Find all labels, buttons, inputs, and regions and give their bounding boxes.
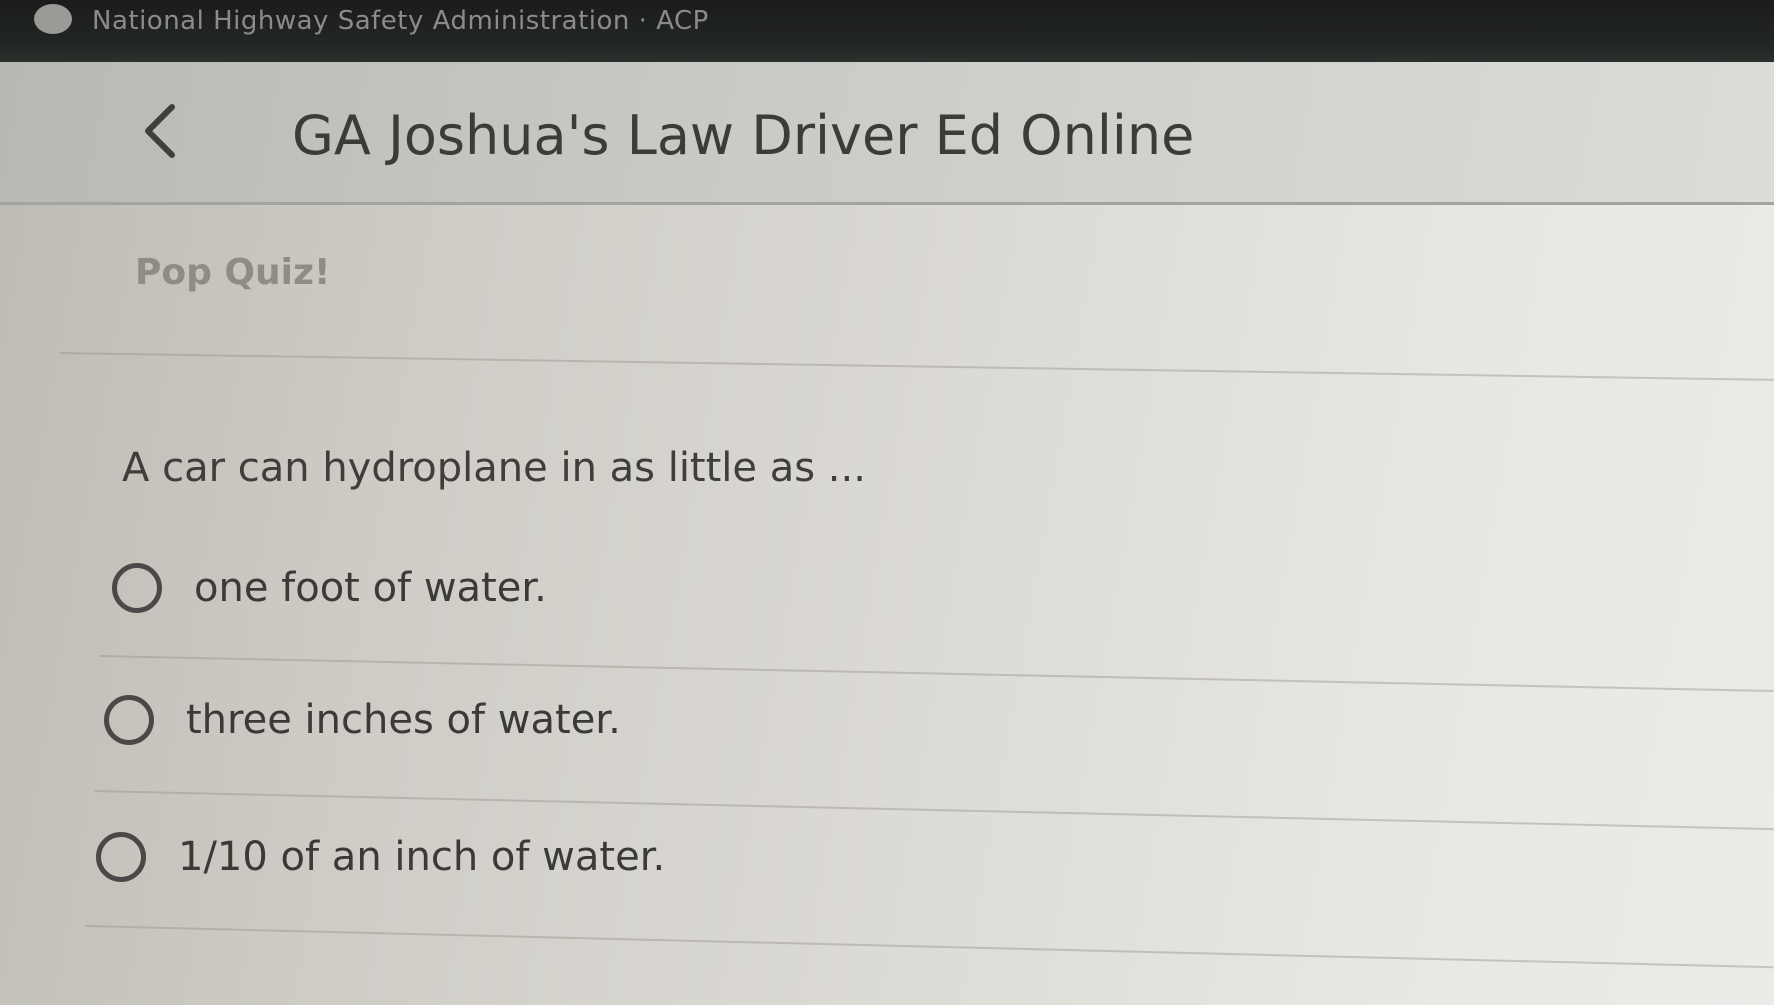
divider — [99, 655, 1774, 693]
page-title: GA Joshua's Law Driver Ed Online — [292, 104, 1195, 167]
radio-button[interactable] — [112, 563, 162, 613]
answer-option-2[interactable]: three inches of water. — [104, 695, 621, 745]
answer-option-label: three inches of water. — [186, 697, 621, 743]
back-button[interactable] — [130, 96, 190, 166]
chevron-left-icon — [140, 101, 180, 161]
answer-option-label: one foot of water. — [194, 565, 547, 611]
status-bar-text: National Highway Safety Administration ·… — [92, 6, 709, 36]
status-bar: National Highway Safety Administration ·… — [0, 0, 1774, 62]
quiz-heading: Pop Quiz! — [135, 252, 331, 293]
divider — [59, 352, 1774, 381]
quiz-question: A car can hydroplane in as little as ... — [122, 445, 866, 491]
answer-option-label: 1/10 of an inch of water. — [178, 834, 666, 880]
divider — [84, 925, 1774, 969]
app-icon — [34, 4, 72, 34]
radio-button[interactable] — [96, 832, 146, 882]
divider — [94, 790, 1774, 831]
answer-option-3[interactable]: 1/10 of an inch of water. — [96, 832, 665, 882]
answer-option-1[interactable]: one foot of water. — [112, 563, 547, 613]
app-header: GA Joshua's Law Driver Ed Online — [0, 62, 1774, 205]
radio-button[interactable] — [104, 695, 154, 745]
